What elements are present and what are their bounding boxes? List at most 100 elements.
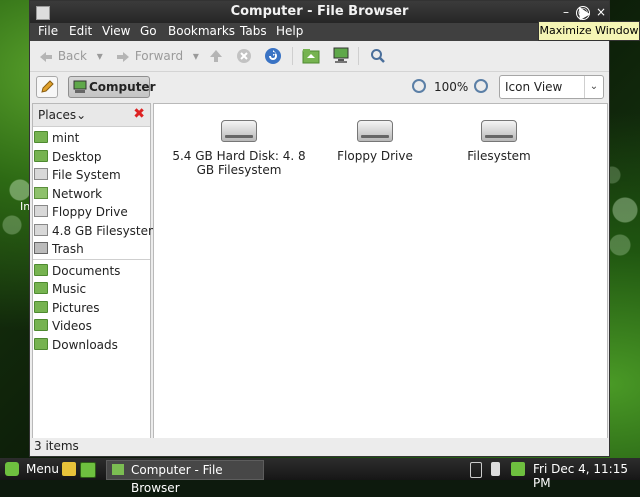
toggle-location-entry-button[interactable] [36, 76, 58, 98]
sidebar-item-label: Network [52, 187, 103, 201]
file-item-label: 5.4 GB Hard Disk: 4. 8 GB Filesystem [172, 149, 306, 177]
folder-icon [34, 319, 48, 331]
sidebar-item-label: File System [52, 168, 121, 182]
view-mode-chevron-down-icon: ⌄ [584, 76, 603, 98]
places-chevron-down-icon: ⌄ [76, 108, 87, 122]
network-status-icon[interactable] [511, 462, 525, 476]
menu-file[interactable]: File [38, 24, 58, 38]
terminal-launcher-icon[interactable] [80, 462, 96, 478]
mint-logo-icon[interactable] [5, 462, 19, 476]
file-item-filesystem[interactable]: Filesystem [444, 120, 554, 163]
lock-icon[interactable] [470, 462, 482, 478]
forward-button[interactable]: Forward ▾ [115, 45, 199, 67]
zoom-out-icon[interactable] [412, 79, 426, 93]
sidebar-item-trash[interactable]: Trash [34, 240, 84, 258]
folder-icon [34, 338, 48, 350]
stop-icon[interactable] [236, 48, 252, 64]
back-button[interactable]: Back ▾ [38, 45, 103, 67]
folder-icon [34, 150, 48, 162]
floppy-drive-icon [357, 120, 393, 142]
back-label: Back [57, 49, 87, 63]
back-history-chevron-icon[interactable]: ▾ [97, 49, 103, 63]
sidebar-item-desktop[interactable]: Desktop [34, 148, 102, 166]
clock[interactable]: Fri Dec 4, 11:15 PM [533, 462, 640, 490]
taskbar-window-file-browser[interactable]: Computer - File Browser [106, 460, 264, 495]
sidebar-item-network[interactable]: Network [34, 185, 102, 203]
computer-icon [73, 80, 87, 93]
reload-icon[interactable] [264, 47, 282, 65]
file-view[interactable]: 5.4 GB Hard Disk: 4. 8 GB Filesystem Flo… [153, 103, 608, 439]
drive-icon [34, 224, 48, 236]
sidebar-item-label: Desktop [52, 150, 102, 164]
menu-bookmarks[interactable]: Bookmarks [168, 24, 235, 38]
sidebar-item-mint[interactable]: mint [34, 129, 79, 147]
trash-icon [34, 242, 48, 254]
file-item-label: Floppy Drive [337, 149, 413, 163]
status-bar: 3 items [30, 438, 609, 456]
hard-disk-icon [221, 120, 257, 142]
location-bar: Computer 100% Icon View ⌄ [30, 72, 609, 102]
menu-bar: File Edit View Go Bookmarks Tabs Help [30, 23, 609, 41]
sidebar-item-downloads[interactable]: Downloads [34, 336, 118, 354]
forward-history-chevron-icon[interactable]: ▾ [193, 49, 199, 63]
menu-view[interactable]: View [102, 24, 130, 38]
menu-go[interactable]: Go [140, 24, 157, 38]
sidebar-item-label: Documents [52, 264, 121, 278]
file-browser-window: Computer - File Browser – ◯ × File Edit … [29, 0, 610, 457]
sidebar-item-music[interactable]: Music [34, 280, 86, 298]
sidebar-item-label: Downloads [52, 338, 118, 352]
sidebar-item-label: Floppy Drive [52, 205, 128, 219]
sidebar-item-label: 4.8 GB Filesystem [52, 224, 160, 238]
sidebar-item-label: mint [52, 131, 80, 145]
sidebar-item-floppy-drive[interactable]: Floppy Drive [34, 203, 128, 221]
folder-icon [34, 264, 48, 276]
minimize-button[interactable]: – [558, 4, 574, 20]
menu-help[interactable]: Help [276, 24, 303, 38]
title-bar[interactable]: Computer - File Browser – ◯ × [30, 1, 609, 23]
sidebar-divider [33, 259, 150, 260]
volume-icon[interactable] [491, 462, 500, 476]
drive-icon [34, 205, 48, 217]
home-folder-icon[interactable] [302, 48, 320, 64]
menu-edit[interactable]: Edit [69, 24, 92, 38]
view-mode-value: Icon View [505, 80, 563, 94]
status-item-count: 3 items [34, 439, 79, 453]
pencil-icon [41, 80, 54, 93]
back-arrow-icon [40, 51, 52, 62]
sidebar-item-documents[interactable]: Documents [34, 262, 120, 280]
places-dropdown[interactable]: Places⌄ [38, 108, 86, 122]
start-menu-button[interactable]: Menu [26, 462, 59, 476]
taskbar: Menu Computer - File Browser Fri Dec 4, … [0, 458, 640, 495]
view-mode-select[interactable]: Icon View ⌄ [499, 75, 604, 99]
sidebar-item-pictures[interactable]: Pictures [34, 299, 100, 317]
sidebar-item-label: Videos [52, 319, 92, 333]
computer-icon[interactable] [332, 46, 350, 64]
sidebar-item-videos[interactable]: Videos [34, 317, 92, 335]
text-editor-launcher-icon[interactable] [62, 462, 76, 476]
path-computer-button[interactable]: Computer [68, 76, 155, 98]
filesystem-icon [481, 120, 517, 142]
sidebar-item-file-system[interactable]: File System [34, 166, 121, 184]
folder-icon [34, 301, 48, 313]
sidebar-item-4-8gb-filesystem[interactable]: 4.8 GB Filesystem [34, 222, 160, 240]
search-icon[interactable] [370, 48, 386, 64]
file-item-floppy-drive[interactable]: Floppy Drive [320, 120, 430, 163]
toolbar: Back ▾ Forward ▾ [30, 41, 609, 72]
up-arrow-icon[interactable] [208, 48, 224, 64]
sidebar-header: Places⌄ ✖ [33, 104, 150, 127]
toolbar-separator [358, 47, 359, 65]
close-button[interactable]: × [593, 4, 609, 20]
forward-arrow-icon [117, 51, 129, 62]
sidebar-item-label: Trash [52, 242, 84, 256]
forward-label: Forward [134, 49, 184, 63]
close-sidebar-icon[interactable]: ✖ [133, 106, 145, 122]
folder-icon [112, 464, 124, 475]
zoom-in-icon[interactable] [474, 79, 488, 93]
places-label: Places [38, 108, 77, 122]
places-sidebar: Places⌄ ✖ mint Desktop File System Netwo… [32, 103, 160, 439]
file-item-hard-disk[interactable]: 5.4 GB Hard Disk: 4. 8 GB Filesystem [169, 120, 309, 177]
folder-icon [34, 131, 48, 143]
task-label: Computer - File Browser [131, 463, 223, 495]
menu-tabs[interactable]: Tabs [240, 24, 267, 38]
sidebar-item-label: Pictures [52, 301, 100, 315]
